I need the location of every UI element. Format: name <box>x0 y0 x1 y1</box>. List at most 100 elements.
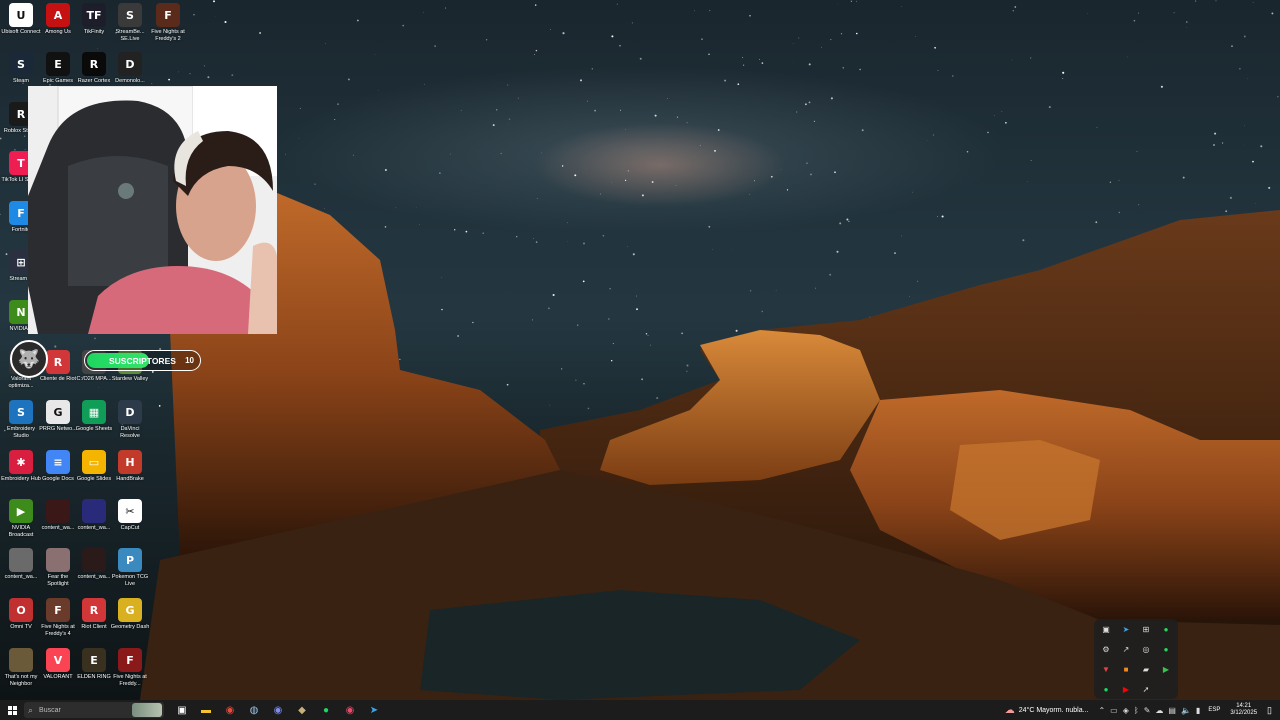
desktop-icon[interactable]: S Embroidery Studio <box>1 400 41 448</box>
desktop-icon-label: content_wa... <box>41 525 75 531</box>
taskbar-spotify-button[interactable]: ● <box>314 700 338 720</box>
cloud-icon: ☁ <box>1004 704 1015 716</box>
taskbar-search[interactable]: ⌕ Buscar <box>24 702 164 718</box>
app-icon: R <box>82 598 106 622</box>
app-icon <box>9 548 33 572</box>
search-highlight-image <box>132 703 162 717</box>
dropbox-icon[interactable]: ◈ <box>1123 706 1129 715</box>
desktop-icon[interactable]: F Five Nights at Freddy's 4 <box>38 598 78 646</box>
pen-icon[interactable]: ✎ <box>1144 706 1151 715</box>
desktop-icon[interactable]: content_wa... <box>74 499 114 547</box>
taskbar-telegram-button[interactable]: ➤ <box>362 700 386 720</box>
app-icon: F <box>118 648 142 672</box>
desktop-icon[interactable]: F Five Nights at Freddy's 2 <box>148 3 188 51</box>
cursor-icon[interactable]: ➚ <box>1136 679 1156 699</box>
desktop-icon[interactable]: Fear the Spotlight <box>38 548 78 596</box>
desktop-icon[interactable]: S StreamBe... SE.Live <box>110 3 150 51</box>
desktop-icon-label: Omni TV <box>10 624 32 630</box>
battery-icon[interactable]: ▮ <box>1196 706 1200 715</box>
search-placeholder: Buscar <box>39 706 61 714</box>
taskbar-discord-button[interactable]: ◉ <box>266 700 290 720</box>
desktop-icon[interactable]: content_wa... <box>74 548 114 596</box>
language-indicator[interactable]: ESP <box>1208 707 1220 713</box>
app-icon: O <box>9 598 33 622</box>
desktop-icon-label: Razer Cortex <box>77 78 111 84</box>
chrome-icon: ◉ <box>225 704 235 716</box>
desktop-icon[interactable]: content_wa... <box>38 499 78 547</box>
app-icon: E <box>46 52 70 76</box>
chevron-up-icon[interactable]: ⌃ <box>1098 706 1105 715</box>
desktop-icon[interactable]: P Pokemon TCG Live <box>110 548 150 596</box>
desktop-icon-label: C:/O26 MPA... <box>76 376 112 382</box>
subscriber-label: SUSCRIPTORES <box>109 355 176 366</box>
desktop-icon[interactable]: O Omni TV <box>1 598 41 646</box>
green-dot-icon[interactable]: ● <box>1156 639 1176 659</box>
monitor-icon[interactable]: ▭ <box>1110 706 1118 715</box>
weather-text: 24°C Mayorm. nubla... <box>1018 706 1089 714</box>
desktop-icon[interactable]: ▦ Google Sheets <box>74 400 114 448</box>
webcam-overlay <box>28 86 277 334</box>
weather-widget[interactable]: ☁ 24°C Mayorm. nubla... <box>1005 705 1089 716</box>
arrow-icon[interactable]: ↗ <box>1116 639 1136 659</box>
telegram-icon: ➤ <box>369 704 379 716</box>
game-icon[interactable]: ▰ <box>1136 659 1156 679</box>
desktop-icon[interactable]: content_wa... <box>1 548 41 596</box>
app-icon: G <box>118 598 142 622</box>
network-icon[interactable]: ▤ <box>1168 706 1176 715</box>
desktop-icon[interactable]: ▶ NVIDIA Broadcast <box>1 499 41 547</box>
cloud-sync-icon[interactable]: ☁ <box>1155 706 1163 715</box>
desktop-icon[interactable]: ✂ CapCut <box>110 499 150 547</box>
taskbar-app-green-button[interactable]: ◆ <box>290 700 314 720</box>
app-icon: ✂ <box>118 499 142 523</box>
red-icon[interactable]: ▼ <box>1096 659 1116 679</box>
desktop-icon[interactable]: ≡ Google Docs <box>38 450 78 498</box>
desktop-icon-label: Embroidery Studio <box>6 426 36 439</box>
orange-icon[interactable]: ■ <box>1116 659 1136 679</box>
taskbar-chrome-button[interactable]: ◉ <box>218 700 242 720</box>
desktop-icon[interactable]: G PRRG Netwo... <box>38 400 78 448</box>
app-icon: V <box>46 648 70 672</box>
bluetooth-icon[interactable]: ᛒ <box>1134 706 1139 715</box>
taskbar-steam-button[interactable]: ◍ <box>242 700 266 720</box>
desktop-icon[interactable]: D DaVinci Resolve <box>110 400 150 448</box>
desktop-icon[interactable]: R Riot Client <box>74 598 114 646</box>
desktop-icon[interactable]: E ELDEN RING <box>74 648 114 696</box>
desktop-icon[interactable]: H HandBrake <box>110 450 150 498</box>
volume-icon[interactable]: 🔈 <box>1181 706 1191 715</box>
desktop-icon[interactable]: A Among Us <box>38 3 78 51</box>
desktop-icon[interactable]: TF TikFinity <box>74 3 114 51</box>
desktop-icon[interactable]: G Geometry Dash <box>110 598 150 646</box>
discord-icon: ◉ <box>273 704 283 716</box>
clock[interactable]: 14:21 3/12/2025 <box>1230 703 1257 717</box>
app-icon <box>82 548 106 572</box>
desktop-icon-label: Embroidery Hub <box>1 476 41 482</box>
app-icon: ✱ <box>9 450 33 474</box>
xbox-icon[interactable]: ● <box>1156 619 1176 639</box>
desktop-icon[interactable]: That's not my Neighbor <box>1 648 41 696</box>
taskbar: ⌕ Buscar ▣ ▬ ◉ ◍ ◉ ◆ ● ◉ ➤ ☁ 24°C Mayorm. nubla.… <box>0 700 1280 720</box>
play-icon[interactable]: ▶ <box>1156 659 1176 679</box>
desktop-icon[interactable]: ▭ Google Slides <box>74 450 114 498</box>
razer-icon[interactable]: ◎ <box>1136 639 1156 659</box>
taskbar-davinci-button[interactable]: ◉ <box>338 700 362 720</box>
desktop-icon[interactable]: F Five Nights at Freddy... <box>110 648 150 696</box>
desktop-icon-label: Valorant optimiza... <box>8 376 34 389</box>
app-icon: F <box>156 3 180 27</box>
taskbar-task-view-button[interactable]: ▣ <box>170 700 194 720</box>
notification-icon[interactable]: ▯ <box>1267 705 1272 716</box>
telegram-icon[interactable]: ➤ <box>1116 619 1136 639</box>
desktop-icon-label: HandBrake <box>116 476 144 482</box>
chat-icon[interactable]: ▣ <box>1096 619 1116 639</box>
desktop-icon[interactable]: ✱ Embroidery Hub <box>1 450 41 498</box>
taskbar-file-explorer-button[interactable]: ▬ <box>194 700 218 720</box>
settings-icon[interactable]: ⚙ <box>1096 639 1116 659</box>
start-button[interactable] <box>0 700 24 720</box>
streamer-webcam-image <box>28 86 277 334</box>
youtube-icon[interactable]: ▶ <box>1116 679 1136 699</box>
desktop-icon-label: Ubisoft Connect <box>1 29 41 35</box>
steam-icon: ◍ <box>249 704 259 716</box>
grid-icon[interactable]: ⊞ <box>1136 619 1156 639</box>
desktop-icon[interactable]: V VALORANT <box>38 648 78 696</box>
desktop-icon[interactable]: U Ubisoft Connect <box>1 3 41 51</box>
spotify-icon[interactable]: ● <box>1096 679 1116 699</box>
